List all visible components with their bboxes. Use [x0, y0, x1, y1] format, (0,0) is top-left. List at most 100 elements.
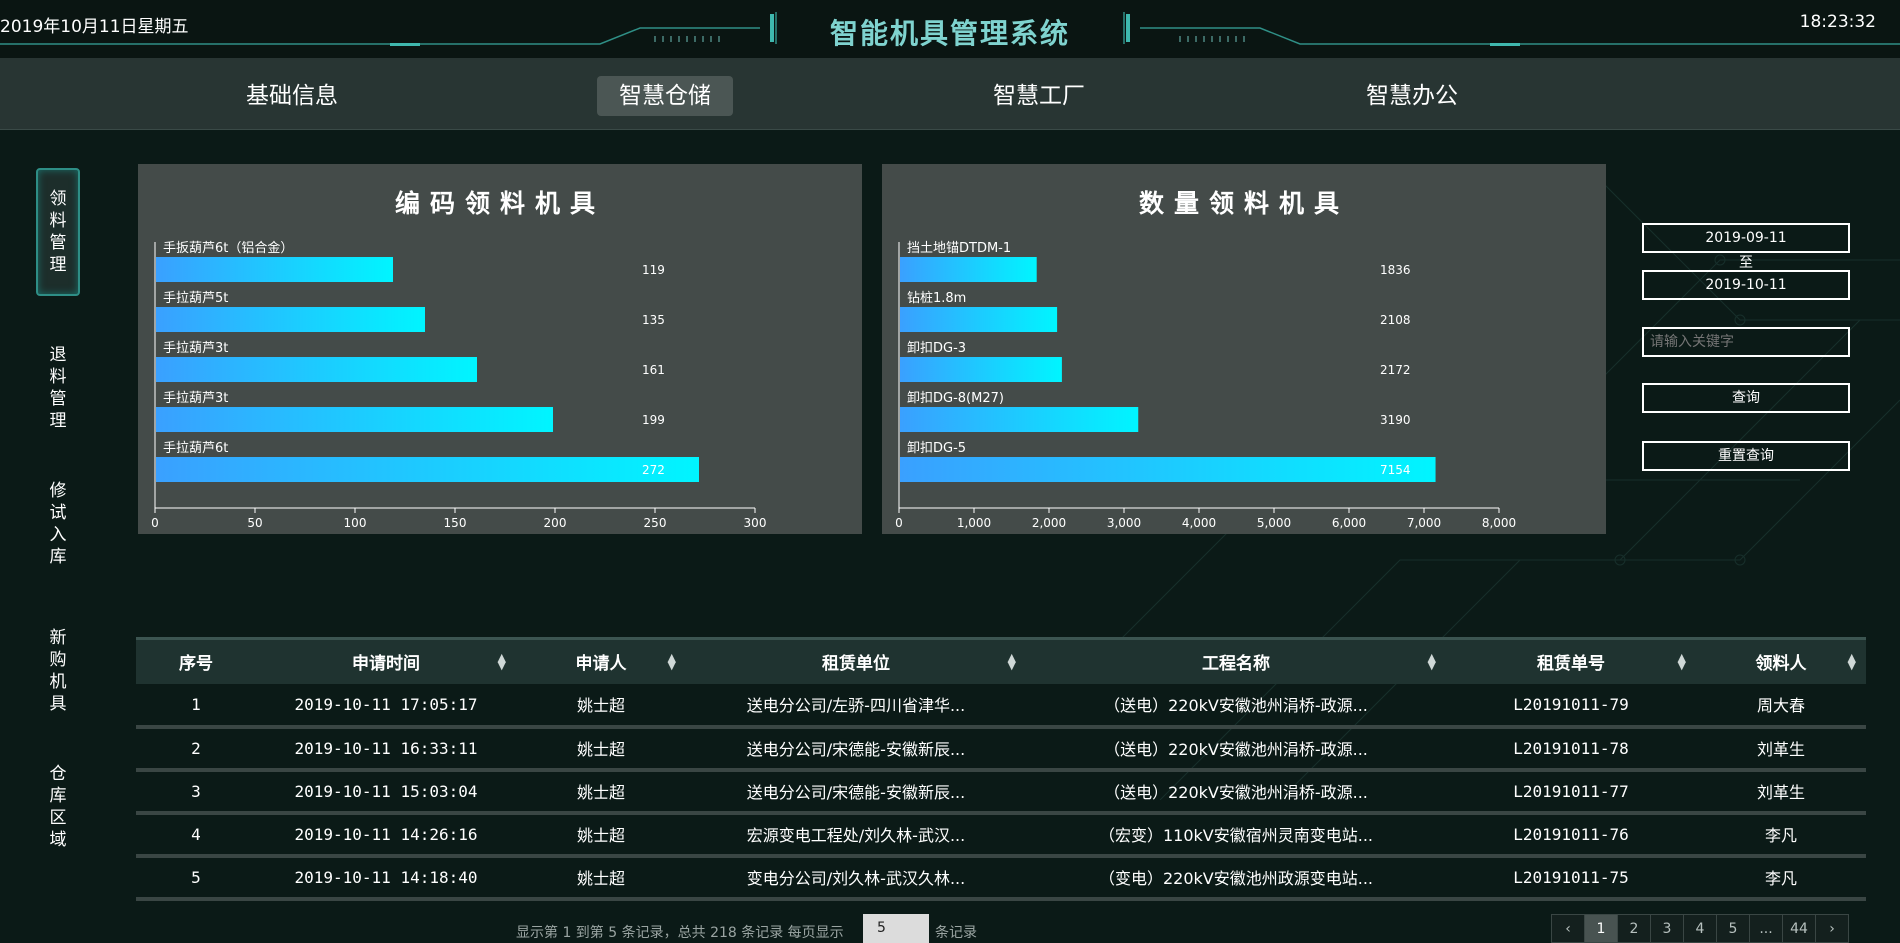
app-title: 智能机具管理系统 [829, 17, 1070, 50]
category-label: 手拉葫芦6t [163, 441, 228, 456]
bar[interactable] [156, 457, 699, 482]
cell-lessee: 送电分公司/宋德能-安徽新辰... [686, 769, 1026, 815]
sort-icon[interactable]: ▲ ▼ [1678, 652, 1686, 671]
page-button-4[interactable]: 4 [1683, 914, 1717, 943]
column-header-apply-time[interactable]: 申请时间 ▲ ▼ [256, 639, 516, 684]
page-size-select[interactable]: 5 [863, 914, 929, 943]
column-header-applicant[interactable]: 申请人 ▲ ▼ [516, 639, 686, 684]
page-button-2[interactable]: 2 [1617, 914, 1651, 943]
sidebar-item-label: 修试入库 [49, 481, 67, 567]
table-row[interactable]: 5 2019-10-11 14:18:40 姚士超 变电分公司/刘久林-武汉久林… [136, 855, 1866, 901]
cell-project: （送电）220kV安徽池州涓桥-政源... [1026, 683, 1446, 729]
table-row[interactable]: 2 2019-10-11 16:33:11 姚士超 送电分公司/宋德能-安徽新辰… [136, 726, 1866, 772]
sort-icon[interactable]: ▲ ▼ [1008, 652, 1016, 671]
nav-item-smart-warehouse[interactable]: 智慧仓储 [597, 76, 733, 116]
sidebar-item-label: 新购机具 [49, 628, 67, 714]
bar[interactable] [900, 307, 1058, 332]
x-tick-label: 8,000 [1482, 516, 1516, 530]
prev-page-button[interactable]: ‹ [1551, 914, 1585, 943]
value-label: 7154 [1380, 463, 1411, 477]
x-tick-label: 1,000 [957, 516, 991, 530]
x-tick-label: 5,000 [1257, 516, 1291, 530]
page-ellipsis: ... [1749, 914, 1783, 943]
sidebar-item-warehouse-area[interactable]: 仓库区域 [36, 763, 80, 851]
sort-icon[interactable]: ▲ ▼ [1428, 652, 1436, 671]
bar-chart-coded-requisition: 手扳葫芦6t（铝合金） 119 手拉葫芦5t 135 手拉葫芦3t 161 手拉葫芦3t 19… [151, 240, 767, 530]
x-tick-label: 3,000 [1107, 516, 1141, 530]
column-header-lessee[interactable]: 租赁单位 ▲ ▼ [686, 639, 1026, 684]
chart-panel-coded-requisition: 编码领料机具 手扳葫芦6t（铝合金） 119 手拉葫芦5t 135 手拉葫芦3t 161 手… [138, 164, 862, 534]
start-date-input[interactable]: 2019-09-11 [1642, 223, 1850, 253]
sidebar-item-new-purchase[interactable]: 新购机具 [36, 627, 80, 715]
value-label: 272 [642, 463, 665, 477]
column-header-index[interactable]: 序号 [136, 639, 256, 684]
page-button-5[interactable]: 5 [1716, 914, 1750, 943]
column-header-receiver[interactable]: 领料人 ▲ ▼ [1696, 639, 1866, 684]
main-nav: 基础信息 智慧仓储 智慧工厂 智慧办公 [0, 58, 1900, 130]
x-tick-label: 7,000 [1407, 516, 1441, 530]
bar[interactable] [900, 457, 1436, 482]
sidebar-item-material-requisition[interactable]: 领料管理 [36, 168, 80, 296]
header-clock: 18:23:32 [1799, 12, 1876, 32]
x-tick-label: 150 [444, 516, 467, 530]
cell-lessee: 送电分公司/宋德能-安徽新辰... [686, 726, 1026, 772]
table-row[interactable]: 3 2019-10-11 15:03:04 姚士超 送电分公司/宋德能-安徽新辰… [136, 769, 1866, 815]
query-button[interactable]: 查询 [1642, 383, 1850, 413]
cell-index: 2 [136, 726, 256, 772]
sort-icon[interactable]: ▲ ▼ [498, 652, 506, 671]
category-label: 手拉葫芦3t [163, 391, 228, 406]
bar[interactable] [900, 257, 1037, 282]
page-button-3[interactable]: 3 [1650, 914, 1684, 943]
category-label: 手拉葫芦5t [163, 291, 228, 306]
page-button-44[interactable]: 44 [1782, 914, 1816, 943]
bar[interactable] [156, 257, 393, 282]
x-tick-label: 2,000 [1032, 516, 1066, 530]
reset-query-button[interactable]: 重置查询 [1642, 441, 1850, 471]
column-header-project[interactable]: 工程名称 ▲ ▼ [1026, 639, 1446, 684]
value-label: 199 [642, 413, 665, 427]
cell-receiver: 李凡 [1696, 812, 1866, 858]
nav-item-smart-office[interactable]: 智慧办公 [1344, 76, 1480, 116]
bar[interactable] [900, 357, 1062, 382]
x-tick-label: 0 [895, 516, 903, 530]
nav-item-basic-info[interactable]: 基础信息 [224, 76, 360, 116]
pagination-tail: 条记录 [935, 925, 977, 941]
sort-icon[interactable]: ▲ ▼ [1848, 652, 1856, 671]
x-tick-label: 100 [344, 516, 367, 530]
end-date-input[interactable]: 2019-10-11 [1642, 270, 1850, 300]
bar[interactable] [156, 407, 553, 432]
cell-receiver: 刘革生 [1696, 726, 1866, 772]
bar[interactable] [900, 407, 1139, 432]
value-label: 3190 [1380, 413, 1411, 427]
cell-lease-no: L20191011-76 [1446, 812, 1696, 858]
nav-item-smart-factory[interactable]: 智慧工厂 [971, 76, 1107, 116]
table-row[interactable]: 1 2019-10-11 17:05:17 姚士超 送电分公司/左骄-四川省津华… [136, 683, 1866, 729]
cell-project: （宏变）110kV安徽宿州灵南变电站... [1026, 812, 1446, 858]
date-range-separator: 至 [1739, 255, 1753, 271]
column-header-lease-no[interactable]: 租赁单号 ▲ ▼ [1446, 639, 1696, 684]
keyword-input[interactable] [1642, 327, 1850, 357]
bar[interactable] [156, 307, 425, 332]
sidebar-item-repair-storage[interactable]: 修试入库 [36, 480, 80, 568]
value-label: 2172 [1380, 363, 1411, 377]
cell-lease-no: L20191011-79 [1446, 683, 1696, 729]
cell-apply-time: 2019-10-11 14:18:40 [256, 855, 516, 901]
x-tick-label: 300 [744, 516, 767, 530]
cell-applicant: 姚士超 [516, 855, 686, 901]
category-label: 卸扣DG-8(M27) [907, 390, 1004, 406]
value-label: 135 [642, 313, 665, 327]
table-row[interactable]: 4 2019-10-11 14:26:16 姚士超 宏源变电工程处/刘久林-武汉… [136, 812, 1866, 858]
bar-chart-quantity-requisition: 挡土地锚DTDM-1 1836 钻桩1.8m 2108 卸扣DG-3 2172 卸扣DG-8… [895, 241, 1516, 530]
sidebar-item-material-return[interactable]: 退料管理 [36, 344, 80, 432]
chart-panel-quantity-requisition: 数量领料机具 挡土地锚DTDM-1 1836 钻桩1.8m 2108 卸扣DG-3 217… [882, 164, 1606, 534]
cell-lease-no: L20191011-78 [1446, 726, 1696, 772]
sort-icon[interactable]: ▲ ▼ [668, 652, 676, 671]
value-label: 2108 [1380, 313, 1411, 327]
x-tick-label: 250 [644, 516, 667, 530]
x-tick-label: 6,000 [1332, 516, 1366, 530]
sidebar-item-label: 退料管理 [49, 345, 67, 431]
next-page-button[interactable]: › [1815, 914, 1849, 943]
page-button-1[interactable]: 1 [1584, 914, 1618, 943]
bar[interactable] [156, 357, 477, 382]
category-label: 卸扣DG-5 [907, 440, 966, 456]
